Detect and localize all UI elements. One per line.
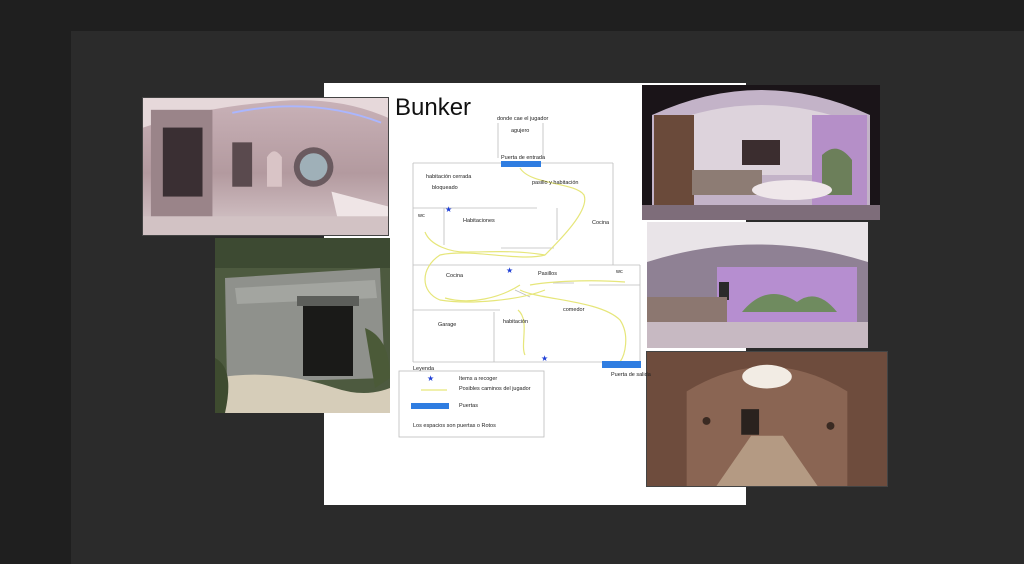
photo-futuristic-corridor[interactable]: [142, 97, 389, 236]
label-wc-1: wc: [418, 213, 425, 219]
label-blocked: bloqueado: [432, 185, 458, 191]
label-halls: Pasillos: [538, 271, 557, 277]
board-title: Bunker: [395, 94, 472, 121]
label-closed-room: habitación cerrada: [426, 174, 472, 180]
photo-luxury-lounge[interactable]: [642, 85, 880, 220]
label-kitchen-right: Cocina: [592, 220, 610, 226]
photo-brick-tunnel[interactable]: [646, 351, 888, 487]
label-hole: agujero: [511, 128, 530, 134]
label-entrance: Puerta de entrada: [501, 155, 546, 161]
legend-note: Los espacios son puertas o Rotos: [413, 423, 496, 429]
label-kitchen-mid: Cocina: [446, 273, 464, 279]
legend-title: Leyenda: [413, 366, 435, 372]
label-hall-room: pasillo y habitación: [532, 180, 579, 186]
photo-bunker-entrance[interactable]: [215, 238, 390, 413]
label-bedroom: habitación: [503, 319, 529, 325]
label-garage: Garage: [438, 322, 457, 328]
label-wc-2: wc: [616, 269, 623, 275]
legend-paths-label: Posibles caminos del jugador: [459, 386, 531, 392]
legend-doors-label: Puertas: [459, 403, 478, 409]
label-exit: Puerta de salida: [611, 372, 651, 378]
label-dining: comedor: [563, 307, 585, 313]
label-bedrooms: Habitaciones: [463, 218, 495, 224]
legend-items-label: Items a recoger: [459, 376, 498, 382]
label-player-fall: donde cae el jugador: [497, 116, 549, 122]
photo-greenhouse-lounge[interactable]: [647, 222, 868, 348]
